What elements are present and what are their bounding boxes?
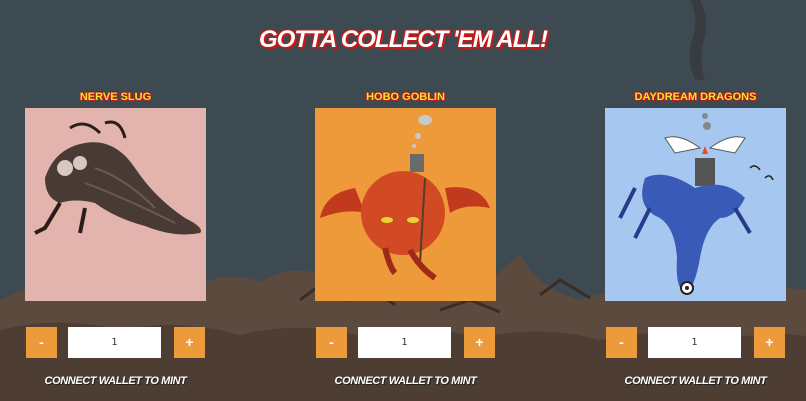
quantity-stepper: - + [605,327,786,359]
card-nerve-slug: NERVE SLUG - + CONNECT WALLET TO MINT [25,90,206,387]
quantity-input[interactable] [68,327,161,358]
page-title: GOTTA COLLECT 'EM ALL! [258,26,548,53]
card-name: DAYDREAM DRAGONS [634,91,757,103]
daydream-dragon-illustration [605,108,786,301]
card-name: HOBO GOBLIN [366,91,445,103]
connect-wallet-link[interactable]: CONNECT WALLET TO MINT [585,375,806,387]
quantity-stepper: - + [315,327,496,359]
increment-button[interactable]: + [754,327,785,358]
card-name: NERVE SLUG [79,91,152,103]
hobo-goblin-illustration [315,108,496,301]
quantity-stepper: - + [25,327,206,359]
connect-wallet-link[interactable]: CONNECT WALLET TO MINT [295,375,516,387]
decrement-button[interactable]: - [316,327,347,358]
quantity-input[interactable] [358,327,451,358]
connect-wallet-link[interactable]: CONNECT WALLET TO MINT [5,375,226,387]
card-hobo-goblin: HOBO GOBLIN - + CONNECT WALLET TO MINT [315,90,496,387]
increment-button[interactable]: + [464,327,495,358]
decrement-button[interactable]: - [26,327,57,358]
increment-button[interactable]: + [174,327,205,358]
nerve-slug-illustration [25,108,206,301]
quantity-input[interactable] [648,327,741,358]
decrement-button[interactable]: - [606,327,637,358]
card-daydream-dragons: DAYDREAM DRAGONS - + CONNECT WALLET TO M… [605,90,786,387]
